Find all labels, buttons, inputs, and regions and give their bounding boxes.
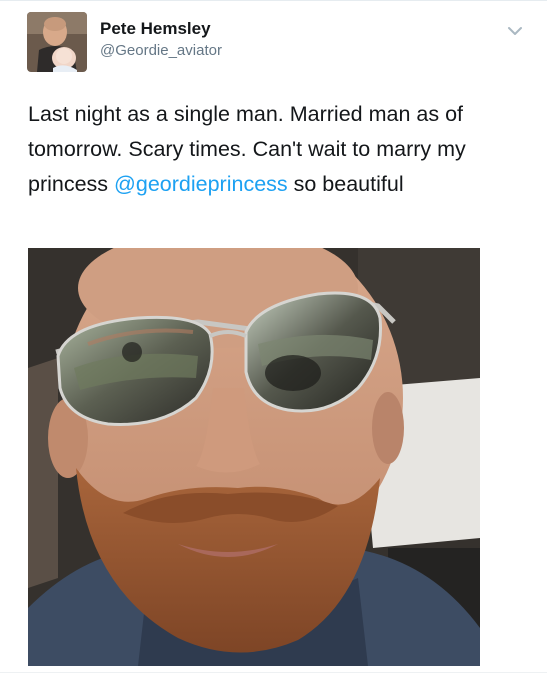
tweet-text: Last night as a single man. Married man … [28, 97, 498, 202]
divider [0, 0, 547, 1]
tweet-text-part: so beautiful [287, 172, 404, 196]
divider [0, 672, 547, 673]
avatar[interactable] [27, 12, 87, 72]
author-name[interactable]: Pete Hemsley [100, 19, 211, 39]
mention-link[interactable]: @geordieprincess [114, 172, 288, 196]
tweet-card: Pete Hemsley @Geordie_aviator Last night… [0, 0, 547, 679]
chevron-down-icon[interactable] [506, 24, 524, 38]
tweet-photo[interactable] [28, 248, 480, 666]
author-handle[interactable]: @Geordie_aviator [100, 42, 222, 59]
